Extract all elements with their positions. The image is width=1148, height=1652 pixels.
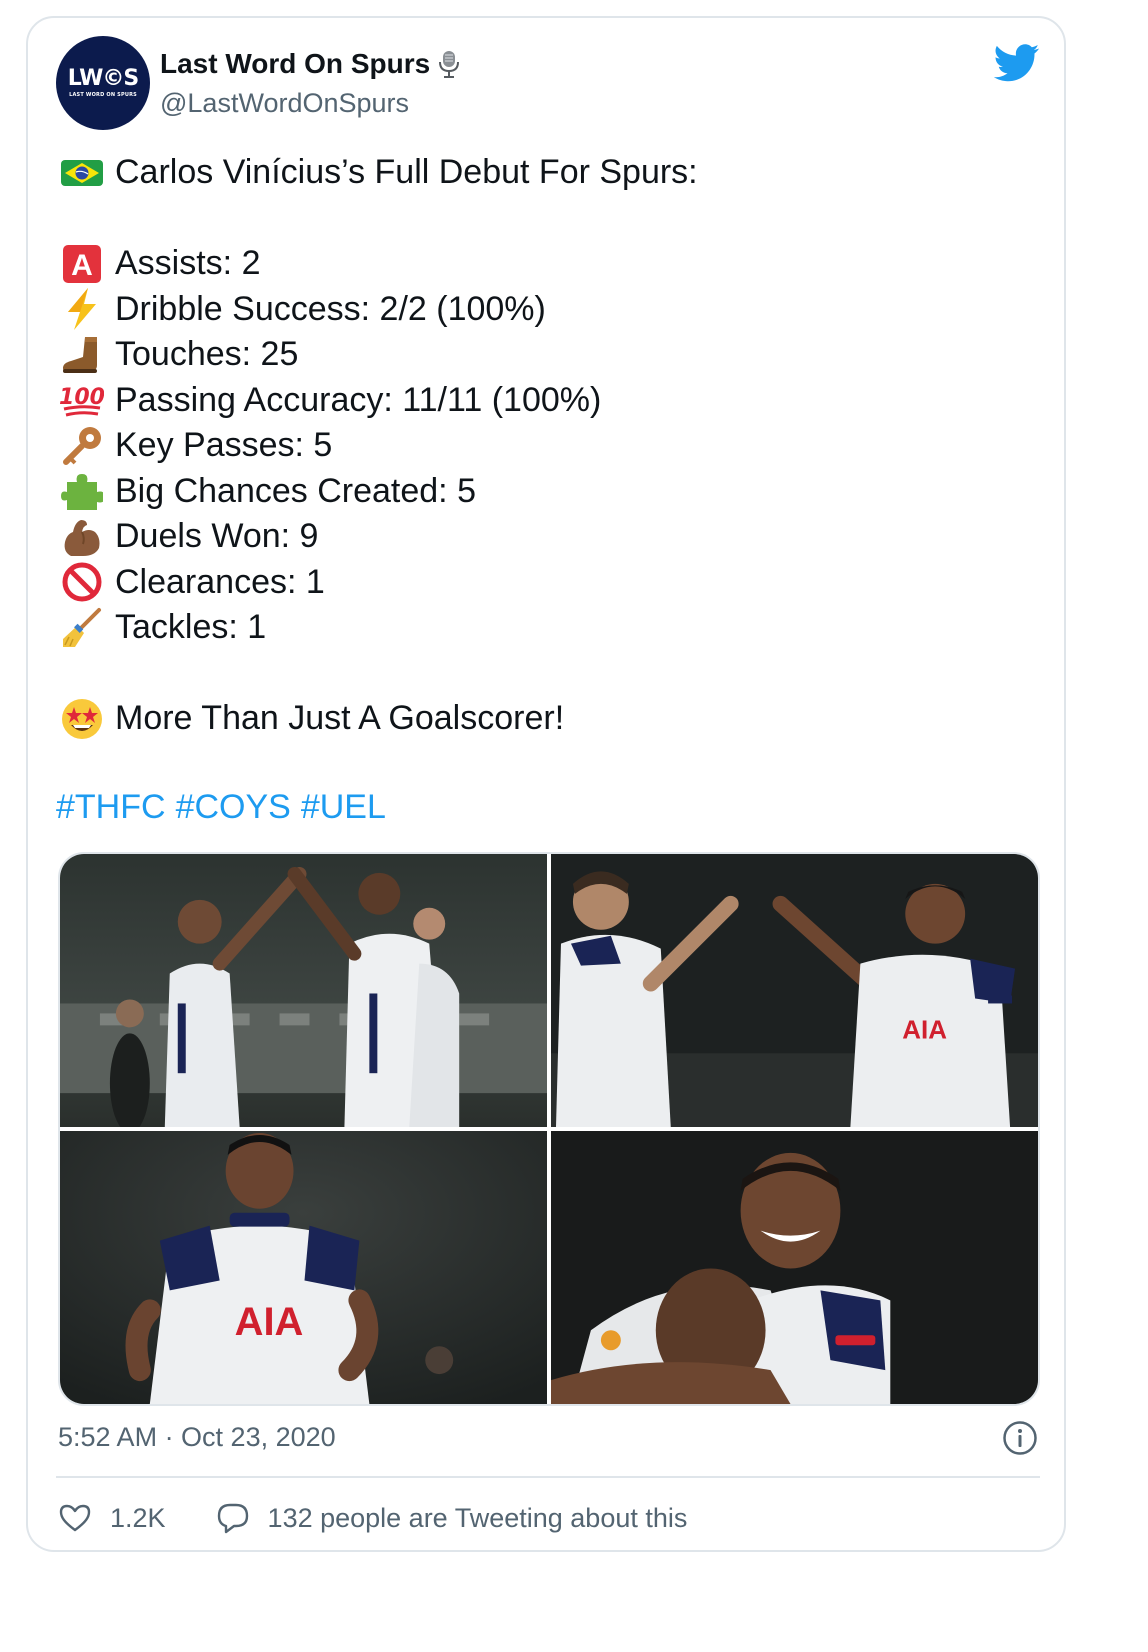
- avatar-logo-text: LW©S: [67, 66, 139, 91]
- flexed-biceps-icon: [60, 515, 104, 559]
- svg-text:AIA: AIA: [235, 1300, 304, 1344]
- conversation-button[interactable]: 132 people are Tweeting about this: [216, 1501, 688, 1535]
- tweet-line-text: Touches: 25: [115, 335, 299, 373]
- tweet-line-text: Big Chances Created: 5: [115, 471, 476, 510]
- heart-icon: [59, 1504, 91, 1532]
- lightning-icon: [60, 287, 104, 331]
- tweet-line-big-chances: Big Chances Created: 5: [60, 469, 1020, 515]
- tweet-line-closing: More Than Just A Goalscorer!: [60, 696, 1020, 742]
- speech-bubble-icon: [217, 1503, 248, 1534]
- tweet-timestamp[interactable]: 5:52 AM · Oct 23, 2020: [58, 1422, 336, 1453]
- media-grid: AIA AIA: [58, 852, 1040, 1406]
- hashtag-link[interactable]: #THFC: [56, 788, 166, 827]
- tweet-line-tackles: Tackles: 1: [60, 605, 1020, 651]
- broom-icon: [60, 606, 104, 650]
- tweet-actions: 1.2K 132 people are Tweeting about this: [58, 1498, 687, 1538]
- key-icon: [60, 424, 104, 468]
- svg-text:A: A: [71, 249, 93, 282]
- tweet-photo-1[interactable]: [60, 854, 547, 1127]
- tweet-line-clearances: Clearances: 1: [60, 560, 1020, 606]
- tweet-line-assists: A Assists: 2: [60, 241, 1020, 287]
- tweet-line-text: Key Passes: 5: [115, 426, 333, 464]
- tweet-line-touches: Touches: 25: [60, 332, 1020, 378]
- hashtag-list: #THFC #COYS #UEL: [56, 788, 386, 827]
- tweet-line-key-passes: Key Passes: 5: [60, 423, 1020, 469]
- hundred-icon: 100: [60, 378, 104, 422]
- tweet-line-headline: Carlos Vinícius’s Full Debut For Spurs:: [60, 150, 1020, 196]
- author-display-name[interactable]: Last Word On Spurs: [160, 48, 462, 80]
- hashtag-link[interactable]: #COYS: [176, 788, 291, 827]
- tweet-photo-4[interactable]: [551, 1131, 1038, 1404]
- tweet-body: Carlos Vinícius’s Full Debut For Spurs: …: [60, 150, 1020, 742]
- conversation-text: 132 people are Tweeting about this: [267, 1502, 688, 1533]
- tweet-line-duels: Duels Won: 9: [60, 514, 1020, 560]
- tweet-photo-3[interactable]: AIA: [60, 1131, 547, 1404]
- tweet-line-text: More Than Just A Goalscorer!: [115, 699, 565, 737]
- avatar-logo-subtext: LAST WORD ON SPURS: [69, 92, 137, 98]
- no-entry-icon: [60, 560, 104, 604]
- author-handle[interactable]: @LastWordOnSpurs: [160, 88, 409, 119]
- tweet-line-passing: 100 Passing Accuracy: 11/11 (100%): [60, 378, 1020, 424]
- tweet-card[interactable]: LW©S LAST WORD ON SPURS Last Word On Spu…: [26, 16, 1066, 1552]
- boot-icon: [60, 333, 104, 377]
- flag-brazil-icon: [60, 151, 104, 195]
- puzzle-icon: [60, 469, 104, 513]
- letter-a-icon: A: [60, 242, 104, 286]
- hashtag-link[interactable]: #UEL: [301, 788, 386, 827]
- divider: [56, 1476, 1040, 1478]
- twitter-bird-icon[interactable]: [994, 44, 1040, 82]
- like-count: 1.2K: [110, 1502, 166, 1533]
- tweet-line-text: Tackles: 1: [115, 608, 267, 646]
- tweet-line-text: Duels Won: 9: [115, 517, 319, 555]
- tweet-line-text: Assists: 2: [115, 244, 261, 282]
- like-button[interactable]: 1.2K: [58, 1501, 166, 1535]
- svg-text:AIA: AIA: [902, 1016, 947, 1044]
- star-struck-icon: [60, 697, 104, 741]
- tweet-line-text: Clearances: 1: [115, 562, 325, 601]
- tweet-photo-2[interactable]: AIA: [551, 854, 1038, 1127]
- tweet-line-dribble: Dribble Success: 2/2 (100%): [60, 287, 1020, 333]
- microphone-icon: [439, 51, 460, 78]
- tweet-line-text: Dribble Success: 2/2 (100%): [115, 289, 546, 328]
- tweet-line-text: Carlos Vinícius’s Full Debut For Spurs:: [115, 153, 698, 191]
- tweet-line-text: Passing Accuracy: 11/11 (100%): [115, 380, 602, 419]
- author-name-text: Last Word On Spurs: [160, 48, 431, 79]
- avatar[interactable]: LW©S LAST WORD ON SPURS: [56, 36, 150, 130]
- info-icon[interactable]: [1002, 1420, 1038, 1456]
